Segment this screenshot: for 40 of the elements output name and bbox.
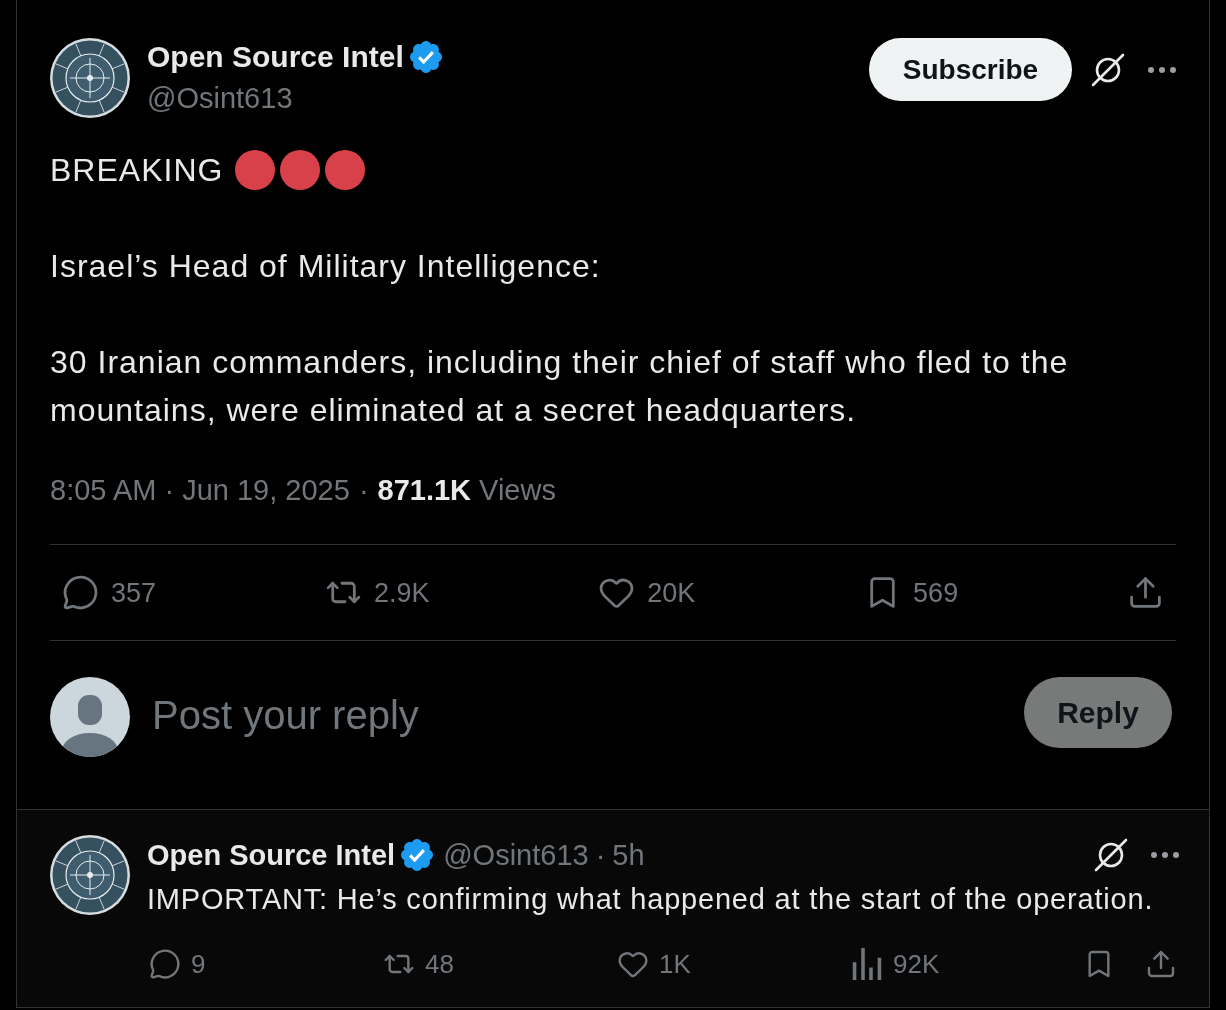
repost-button[interactable]: 2.9K <box>324 574 430 611</box>
slashed-circle-icon[interactable] <box>1091 52 1125 87</box>
post-paragraph: 30 Iranian commanders, including their chief of staff who fled to the mountains, were eliminated at a secret headquarters. <box>50 343 1070 430</box>
post-time[interactable]: 5h <box>612 837 645 873</box>
author-name[interactable]: Open Source Intel <box>147 837 396 873</box>
author-name[interactable]: Open Source Intel <box>147 39 404 75</box>
headline-text: BREAKING <box>50 151 224 190</box>
post-timestamp[interactable]: 8:05 AM · Jun 19, 2025 <box>50 472 350 508</box>
more-icon[interactable] <box>1148 66 1176 73</box>
wheel-emblem-icon <box>50 835 130 915</box>
speech-bubble-icon <box>62 574 99 611</box>
reply-input[interactable]: Post your reply <box>152 687 972 743</box>
share-button[interactable] <box>1145 948 1177 980</box>
slashed-circle-icon[interactable] <box>1094 838 1128 872</box>
reply-post-card[interactable]: Open Source Intel @Osint613 · 5h IMPORTANT: He’s confirming what happened at the start of the operation. 9 48 1K 92K <box>16 810 1210 1008</box>
author-handle[interactable]: @Osint613 <box>443 837 589 873</box>
comment-button[interactable]: 357 <box>62 574 157 611</box>
subscribe-button[interactable]: Subscribe <box>869 38 1072 101</box>
speech-bubble-icon <box>149 948 181 980</box>
more-icon[interactable] <box>1151 852 1179 858</box>
separator-dot: · <box>595 838 606 873</box>
wheel-emblem-icon <box>50 38 130 118</box>
bookmark-button[interactable]: 569 <box>864 574 959 611</box>
separator-dot: · <box>358 473 369 508</box>
views-label: Views <box>479 473 556 508</box>
avatar-silhouette-icon <box>50 677 130 757</box>
bar-chart-icon <box>851 948 883 980</box>
like-button[interactable]: 1K <box>617 948 691 980</box>
post-paragraph: Israel’s Head of Military Intelligence: <box>50 247 602 286</box>
upload-icon <box>1145 948 1177 980</box>
reply-post-text: IMPORTANT: He’s confirming what happened at the start of the operation. <box>147 882 1155 917</box>
like-button[interactable]: 20K <box>598 574 696 611</box>
author-handle[interactable]: @Osint613 <box>147 80 442 116</box>
views-count: 871.1K <box>377 473 472 508</box>
repost-button[interactable]: 48 <box>383 948 454 980</box>
circle-emoji-icon <box>280 150 321 190</box>
circle-emoji-icon <box>235 150 276 190</box>
views-button[interactable]: 92K <box>851 948 940 980</box>
circle-emoji-icon <box>325 150 366 190</box>
comment-button[interactable]: 9 <box>149 948 206 980</box>
